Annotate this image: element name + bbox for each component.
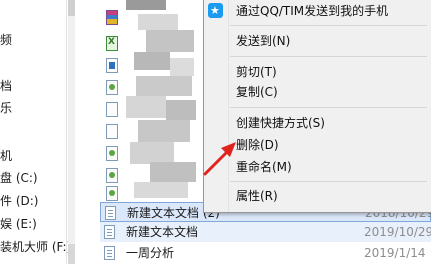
qq-icon <box>208 3 223 18</box>
menu-separator <box>230 107 427 108</box>
menu-item-cut[interactable]: 剪切(T) <box>236 65 277 79</box>
nav-item-drive-f[interactable]: 装机大师 (F:) <box>0 240 71 254</box>
pixelated-file-names <box>126 0 200 204</box>
menu-separator <box>230 56 427 57</box>
menu-item-copy[interactable]: 复制(C) <box>236 85 278 99</box>
archive-file-icon[interactable] <box>106 10 118 25</box>
word-document-icon[interactable] <box>106 58 118 73</box>
red-arrow-icon <box>203 142 236 176</box>
nav-scrollbar-thumb[interactable] <box>68 0 75 16</box>
green-document-icon[interactable] <box>106 186 118 201</box>
green-document-icon[interactable] <box>106 168 118 183</box>
nav-item-drive-d[interactable]: 件 (D:) <box>0 194 38 208</box>
menu-separator <box>230 25 427 26</box>
nav-item-drive-e[interactable]: 娱 (E:) <box>0 217 37 231</box>
nav-item-computer[interactable]: 机 <box>0 149 12 163</box>
text-file-icon <box>105 206 116 220</box>
nav-item-documents[interactable]: 档 <box>0 79 12 93</box>
green-document-icon[interactable] <box>106 146 118 161</box>
menu-icon-gutter <box>228 0 229 212</box>
nav-item-music[interactable]: 乐 <box>0 101 12 115</box>
file-date: 2019/10/29 <box>364 225 431 239</box>
navigation-pane: 频 档 乐 机 盘 (C:) 件 (D:) 娱 (E:) 装机大师 (F:) <box>0 0 71 264</box>
nav-item-drive-c[interactable]: 盘 (C:) <box>0 171 38 185</box>
text-file-icon[interactable] <box>106 124 118 139</box>
file-row[interactable]: 新建文本文档 2019/10/29 <box>100 222 431 242</box>
nav-scrollbar-track[interactable] <box>68 16 75 264</box>
file-date: 2019/1/14 <box>364 246 426 260</box>
file-name: 一周分析 <box>126 246 175 260</box>
context-menu: 通过QQ/TIM发送到我的手机 发送到(N) 剪切(T) 复制(C) 创建快捷方… <box>203 0 431 213</box>
word-document-icon <box>104 246 115 260</box>
menu-item-send-to[interactable]: 发送到(N) <box>236 34 290 48</box>
menu-item-create-shortcut[interactable]: 创建快捷方式(S) <box>236 116 325 130</box>
nav-scrollbar-handle[interactable] <box>68 244 75 264</box>
text-file-icon[interactable] <box>106 102 118 117</box>
pane-divider[interactable] <box>66 0 67 264</box>
menu-item-properties[interactable]: 属性(R) <box>236 189 278 203</box>
menu-separator <box>230 181 427 182</box>
file-row[interactable]: 一周分析 2019/1/14 <box>100 243 431 263</box>
nav-item-videos[interactable]: 频 <box>0 33 12 47</box>
text-file-icon <box>104 225 115 239</box>
file-name: 新建文本文档 <box>126 225 199 239</box>
green-document-icon[interactable] <box>106 80 118 95</box>
menu-item-send-to-phone[interactable]: 通过QQ/TIM发送到我的手机 <box>236 4 388 18</box>
spreadsheet-file-icon[interactable] <box>106 36 118 51</box>
